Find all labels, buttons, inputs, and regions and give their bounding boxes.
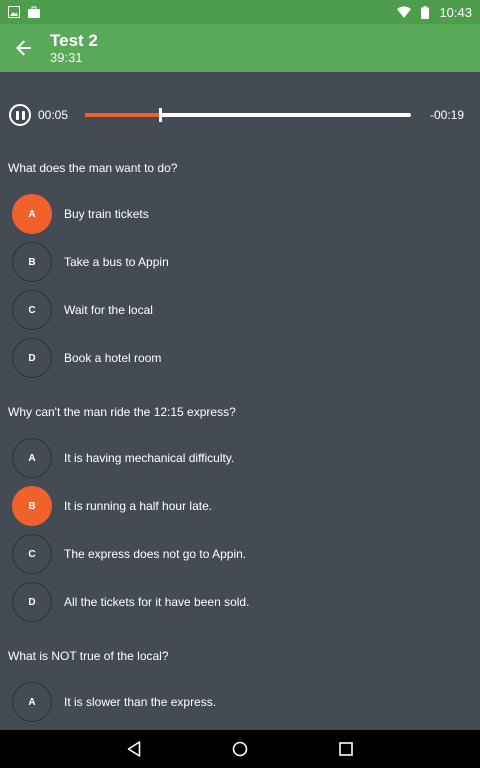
option-circle[interactable]: D bbox=[12, 582, 52, 622]
app-bar: Test 2 39:31 bbox=[0, 24, 480, 72]
option-circle[interactable]: B bbox=[12, 486, 52, 526]
option-label: All the tickets for it have been sold. bbox=[64, 595, 250, 609]
question: Why can't the man ride the 12:15 express… bbox=[0, 404, 480, 626]
navigation-bar bbox=[0, 730, 480, 768]
status-bar: 10:43 bbox=[0, 0, 480, 24]
option-label: The express does not go to Appin. bbox=[64, 547, 247, 561]
nav-back-button[interactable] bbox=[122, 737, 146, 761]
pause-button[interactable] bbox=[9, 104, 31, 126]
option-label: Buy train tickets bbox=[64, 207, 149, 221]
seek-bar[interactable] bbox=[85, 108, 411, 122]
option-circle[interactable]: C bbox=[12, 290, 52, 330]
answer-option[interactable]: D All the tickets for it have been sold. bbox=[8, 578, 472, 626]
option-circle[interactable]: D bbox=[12, 338, 52, 378]
option-circle[interactable]: A bbox=[12, 194, 52, 234]
circle-home-icon bbox=[232, 741, 248, 757]
question-text: What is NOT true of the local? bbox=[8, 649, 169, 663]
option-label: Book a hotel room bbox=[64, 351, 162, 365]
answer-option[interactable]: B It is running a half hour late. bbox=[8, 482, 472, 530]
option-circle[interactable]: C bbox=[12, 534, 52, 574]
option-circle[interactable]: A bbox=[12, 438, 52, 478]
timer: 39:31 bbox=[50, 49, 83, 65]
answer-option[interactable]: D Book a hotel room bbox=[8, 334, 472, 382]
image-notification-icon bbox=[8, 6, 20, 18]
square-recents-icon bbox=[339, 742, 353, 756]
briefcase-notification-icon bbox=[28, 6, 40, 18]
wifi-icon bbox=[397, 6, 412, 18]
answer-option[interactable]: C The express does not go to Appin. bbox=[8, 530, 472, 578]
question: What is NOT true of the local? A It is s… bbox=[0, 648, 480, 726]
arrow-back-icon bbox=[16, 40, 31, 56]
remaining-time: -00:19 bbox=[429, 108, 464, 122]
pause-icon bbox=[15, 110, 19, 120]
nav-recents-button[interactable] bbox=[334, 737, 358, 761]
option-label: It is slower than the express. bbox=[64, 695, 217, 709]
status-time: 10:43 bbox=[439, 4, 472, 20]
battery-icon bbox=[421, 5, 430, 19]
seek-thumb[interactable] bbox=[158, 108, 162, 122]
option-label: It is running a half hour late. bbox=[64, 499, 213, 513]
page-title: Test 2 bbox=[50, 30, 98, 50]
option-label: Take a bus to Appin bbox=[64, 255, 169, 269]
option-circle[interactable]: B bbox=[12, 242, 52, 282]
option-label: It is having mechanical difficulty. bbox=[64, 451, 235, 465]
answer-option[interactable]: A Buy train tickets bbox=[8, 190, 472, 238]
nav-home-button[interactable] bbox=[228, 737, 252, 761]
answer-option[interactable]: B Take a bus to Appin bbox=[8, 238, 472, 286]
question-text: What does the man want to do? bbox=[8, 161, 178, 175]
option-circle[interactable]: A bbox=[12, 682, 52, 722]
seek-progress bbox=[85, 113, 160, 117]
question: What does the man want to do? A Buy trai… bbox=[0, 160, 480, 382]
question-text: Why can't the man ride the 12:15 express… bbox=[8, 405, 236, 419]
answer-option[interactable]: C Wait for the local bbox=[8, 286, 472, 334]
answer-option[interactable]: A It is having mechanical difficulty. bbox=[8, 434, 472, 482]
back-button[interactable] bbox=[2, 26, 46, 70]
elapsed-time: 00:05 bbox=[38, 108, 69, 122]
audio-player: 00:05 -00:19 bbox=[0, 72, 480, 160]
questions-list: What does the man want to do? A Buy trai… bbox=[0, 160, 480, 730]
option-label: Wait for the local bbox=[64, 303, 153, 317]
answer-option[interactable]: A It is slower than the express. bbox=[8, 678, 472, 726]
triangle-back-icon bbox=[127, 741, 141, 757]
